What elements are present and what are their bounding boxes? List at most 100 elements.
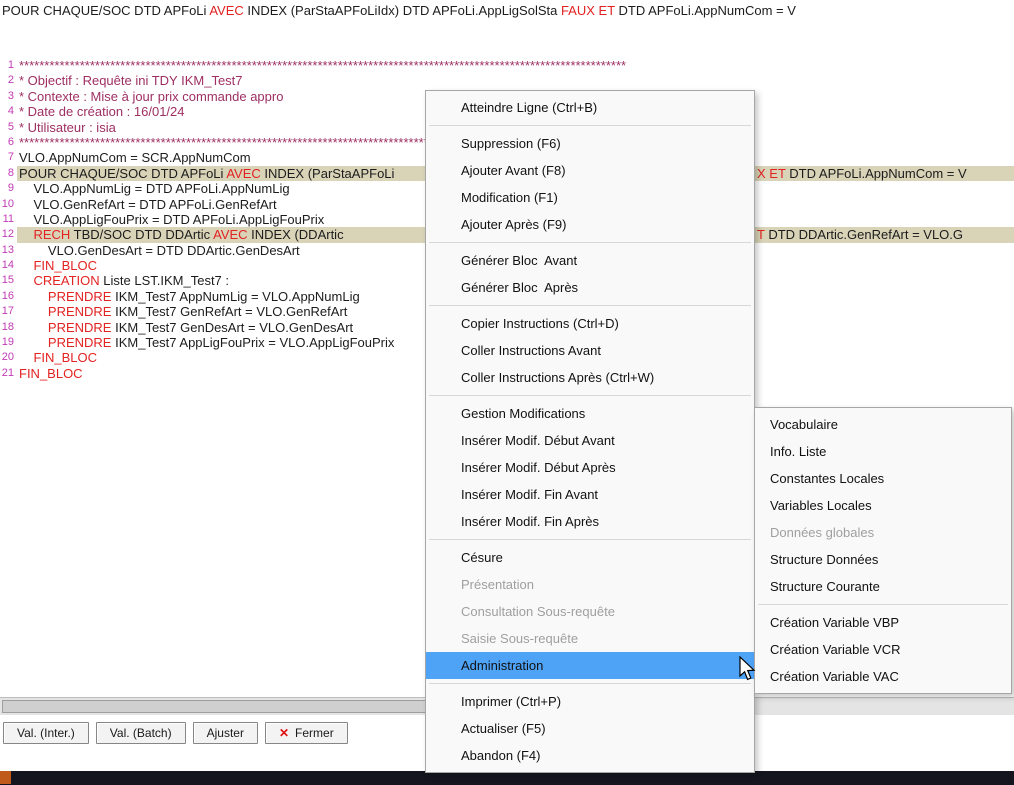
ajuster-button[interactable]: Ajuster xyxy=(193,722,258,744)
menu-item-label: Saisie Sous-requête xyxy=(461,631,578,646)
menu-item-copier-instructions-ctrl-d[interactable]: Copier Instructions (Ctrl+D) xyxy=(426,310,754,337)
code-segment xyxy=(19,335,48,350)
line-number: 16 xyxy=(0,289,14,304)
val-batch-button[interactable]: Val. (Batch) xyxy=(96,722,186,744)
code-segment: * Contexte : Mise à jour prix commande a… xyxy=(19,89,283,104)
menu-item-ajouter-apres-f9[interactable]: Ajouter Après (F9) xyxy=(426,211,754,238)
code-segment: VLO.AppLigFouPrix = DTD APFoLi.AppLigFou… xyxy=(19,212,324,227)
menu-item-label: Vocabulaire xyxy=(770,417,838,432)
horizontal-scrollbar-thumb[interactable] xyxy=(2,700,432,713)
line-number: 15 xyxy=(0,273,14,288)
code-segment: PRENDRE xyxy=(48,320,112,335)
menu-item-label: Actualiser (F5) xyxy=(461,721,546,736)
line-number: 13 xyxy=(0,243,14,258)
menu-item-inserer-modif-fin-avant[interactable]: Insérer Modif. Fin Avant xyxy=(426,481,754,508)
status-segment: INDEX (ParStaAPFoLiIdx) DTD APFoLi.AppLi… xyxy=(244,3,561,18)
code-segment: IKM_Test7 GenRefArt = VLO.GenRefArt xyxy=(111,304,347,319)
button-label: Ajuster xyxy=(207,726,244,740)
code-line-12-right-fragment: T DTD DDArtic.GenRefArt = VLO.G xyxy=(757,227,963,242)
menu-item-inserer-modif-debut-apres[interactable]: Insérer Modif. Début Après xyxy=(426,454,754,481)
code-segment: T xyxy=(757,227,765,242)
menu-separator xyxy=(429,125,751,126)
menu-item-label: Césure xyxy=(461,550,503,565)
code-segment xyxy=(19,227,33,242)
line-number: 3 xyxy=(0,89,14,104)
menu-item-inserer-modif-debut-avant[interactable]: Insérer Modif. Début Avant xyxy=(426,427,754,454)
menu-item-label: Données globales xyxy=(770,525,874,540)
menu-item-label: Ajouter Après (F9) xyxy=(461,217,567,232)
code-segment xyxy=(19,258,33,273)
code-segment: CREATION xyxy=(33,273,99,288)
code-segment xyxy=(19,320,48,335)
menu-item-label: Gestion Modifications xyxy=(461,406,585,421)
menu-item-label: Abandon (F4) xyxy=(461,748,541,763)
menu-item-actualiser-f5[interactable]: Actualiser (F5) xyxy=(426,715,754,742)
menu-item-creation-variable-vcr[interactable]: Création Variable VCR xyxy=(755,636,1011,663)
menu-item-vocabulaire[interactable]: Vocabulaire xyxy=(755,411,1011,438)
button-label: Val. (Batch) xyxy=(110,726,172,740)
menu-item-label: Constantes Locales xyxy=(770,471,884,486)
menu-separator xyxy=(429,683,751,684)
line-number: 8 xyxy=(0,166,14,181)
menu-item-administration[interactable]: Administration▸ xyxy=(426,652,754,679)
code-segment: TBD/SOC DTD DDArtic xyxy=(70,227,213,242)
code-segment: VLO.AppNumLig = DTD APFoLi.AppNumLig xyxy=(19,181,290,196)
code-line-1[interactable]: 1 ***************************************… xyxy=(0,58,1014,73)
menu-item-imprimer-ctrl-p[interactable]: Imprimer (Ctrl+P) xyxy=(426,688,754,715)
menu-item-structure-courante[interactable]: Structure Courante xyxy=(755,573,1011,600)
fermer-button[interactable]: ✕Fermer xyxy=(265,722,348,744)
menu-separator xyxy=(429,305,751,306)
menu-item-info-liste[interactable]: Info. Liste xyxy=(755,438,1011,465)
code-segment xyxy=(19,350,33,365)
menu-item-label: Variables Locales xyxy=(770,498,872,513)
menu-item-generer-bloc-avant[interactable]: Générer Bloc Avant xyxy=(426,247,754,274)
code-segment: ****************************************… xyxy=(19,58,626,73)
code-line-2[interactable]: 2* Objectif : Requête ini TDY IKM_Test7 xyxy=(0,73,1014,88)
taskbar-accent-square xyxy=(0,771,11,784)
code-segment: AVEC xyxy=(213,227,247,242)
menu-item-creation-variable-vbp[interactable]: Création Variable VBP xyxy=(755,609,1011,636)
menu-separator xyxy=(758,604,1008,605)
line-number: 10 xyxy=(0,197,14,212)
menu-item-label: Administration xyxy=(461,658,543,673)
code-segment: RECH xyxy=(33,227,70,242)
menu-item-coller-instructions-avant[interactable]: Coller Instructions Avant xyxy=(426,337,754,364)
line-number: 6 xyxy=(0,135,14,150)
menu-item-gestion-modifications[interactable]: Gestion Modifications xyxy=(426,400,754,427)
val-inter-button[interactable]: Val. (Inter.) xyxy=(3,722,89,744)
line-number: 1 xyxy=(0,58,14,73)
menu-item-label: Atteindre Ligne (Ctrl+B) xyxy=(461,100,597,115)
menu-item-constantes-locales[interactable]: Constantes Locales xyxy=(755,465,1011,492)
menu-item-generer-bloc-apres[interactable]: Générer Bloc Après xyxy=(426,274,754,301)
code-segment: DTD DDArtic.GenRefArt = VLO.G xyxy=(765,227,963,242)
code-segment: POUR CHAQUE/SOC DTD APFoLi xyxy=(19,166,226,181)
menu-item-modification-f1[interactable]: Modification (F1) xyxy=(426,184,754,211)
code-segment xyxy=(19,273,33,288)
code-segment: INDEX (ParStaAPFoLi xyxy=(261,166,395,181)
menu-item-presentation: Présentation xyxy=(426,571,754,598)
menu-item-coller-instructions-apres-ctrl-w[interactable]: Coller Instructions Après (Ctrl+W) xyxy=(426,364,754,391)
menu-item-label: Insérer Modif. Fin Après xyxy=(461,514,599,529)
menu-item-label: Copier Instructions (Ctrl+D) xyxy=(461,316,619,331)
menu-item-creation-variable-vac[interactable]: Création Variable VAC xyxy=(755,663,1011,690)
line-number: 9 xyxy=(0,181,14,196)
menu-item-label: Création Variable VAC xyxy=(770,669,899,684)
taskbar-strip xyxy=(0,771,1014,785)
menu-item-label: Suppression (F6) xyxy=(461,136,561,151)
menu-item-structure-donnees[interactable]: Structure Données xyxy=(755,546,1011,573)
menu-item-donnees-globales: Données globales xyxy=(755,519,1011,546)
menu-item-abandon-f4[interactable]: Abandon (F4) xyxy=(426,742,754,769)
line-number: 2 xyxy=(0,73,14,88)
menu-item-inserer-modif-fin-apres[interactable]: Insérer Modif. Fin Après xyxy=(426,508,754,535)
code-segment: IKM_Test7 AppLigFouPrix = VLO.AppLigFouP… xyxy=(111,335,394,350)
administration-submenu: Vocabulaire Info. Liste Constantes Locales… xyxy=(754,407,1012,694)
line-number: 4 xyxy=(0,104,14,119)
menu-item-atteindre-ligne-ctrl-b[interactable]: Atteindre Ligne (Ctrl+B) xyxy=(426,94,754,121)
menu-item-variables-locales[interactable]: Variables Locales xyxy=(755,492,1011,519)
menu-item-label: Insérer Modif. Début Avant xyxy=(461,433,615,448)
menu-item-suppression-f6[interactable]: Suppression (F6) xyxy=(426,130,754,157)
code-segment: VLO.GenRefArt = DTD APFoLi.GenRefArt xyxy=(19,197,277,212)
button-label: Val. (Inter.) xyxy=(17,726,75,740)
menu-item-ajouter-avant-f8[interactable]: Ajouter Avant (F8) xyxy=(426,157,754,184)
menu-item-cesure[interactable]: Césure xyxy=(426,544,754,571)
